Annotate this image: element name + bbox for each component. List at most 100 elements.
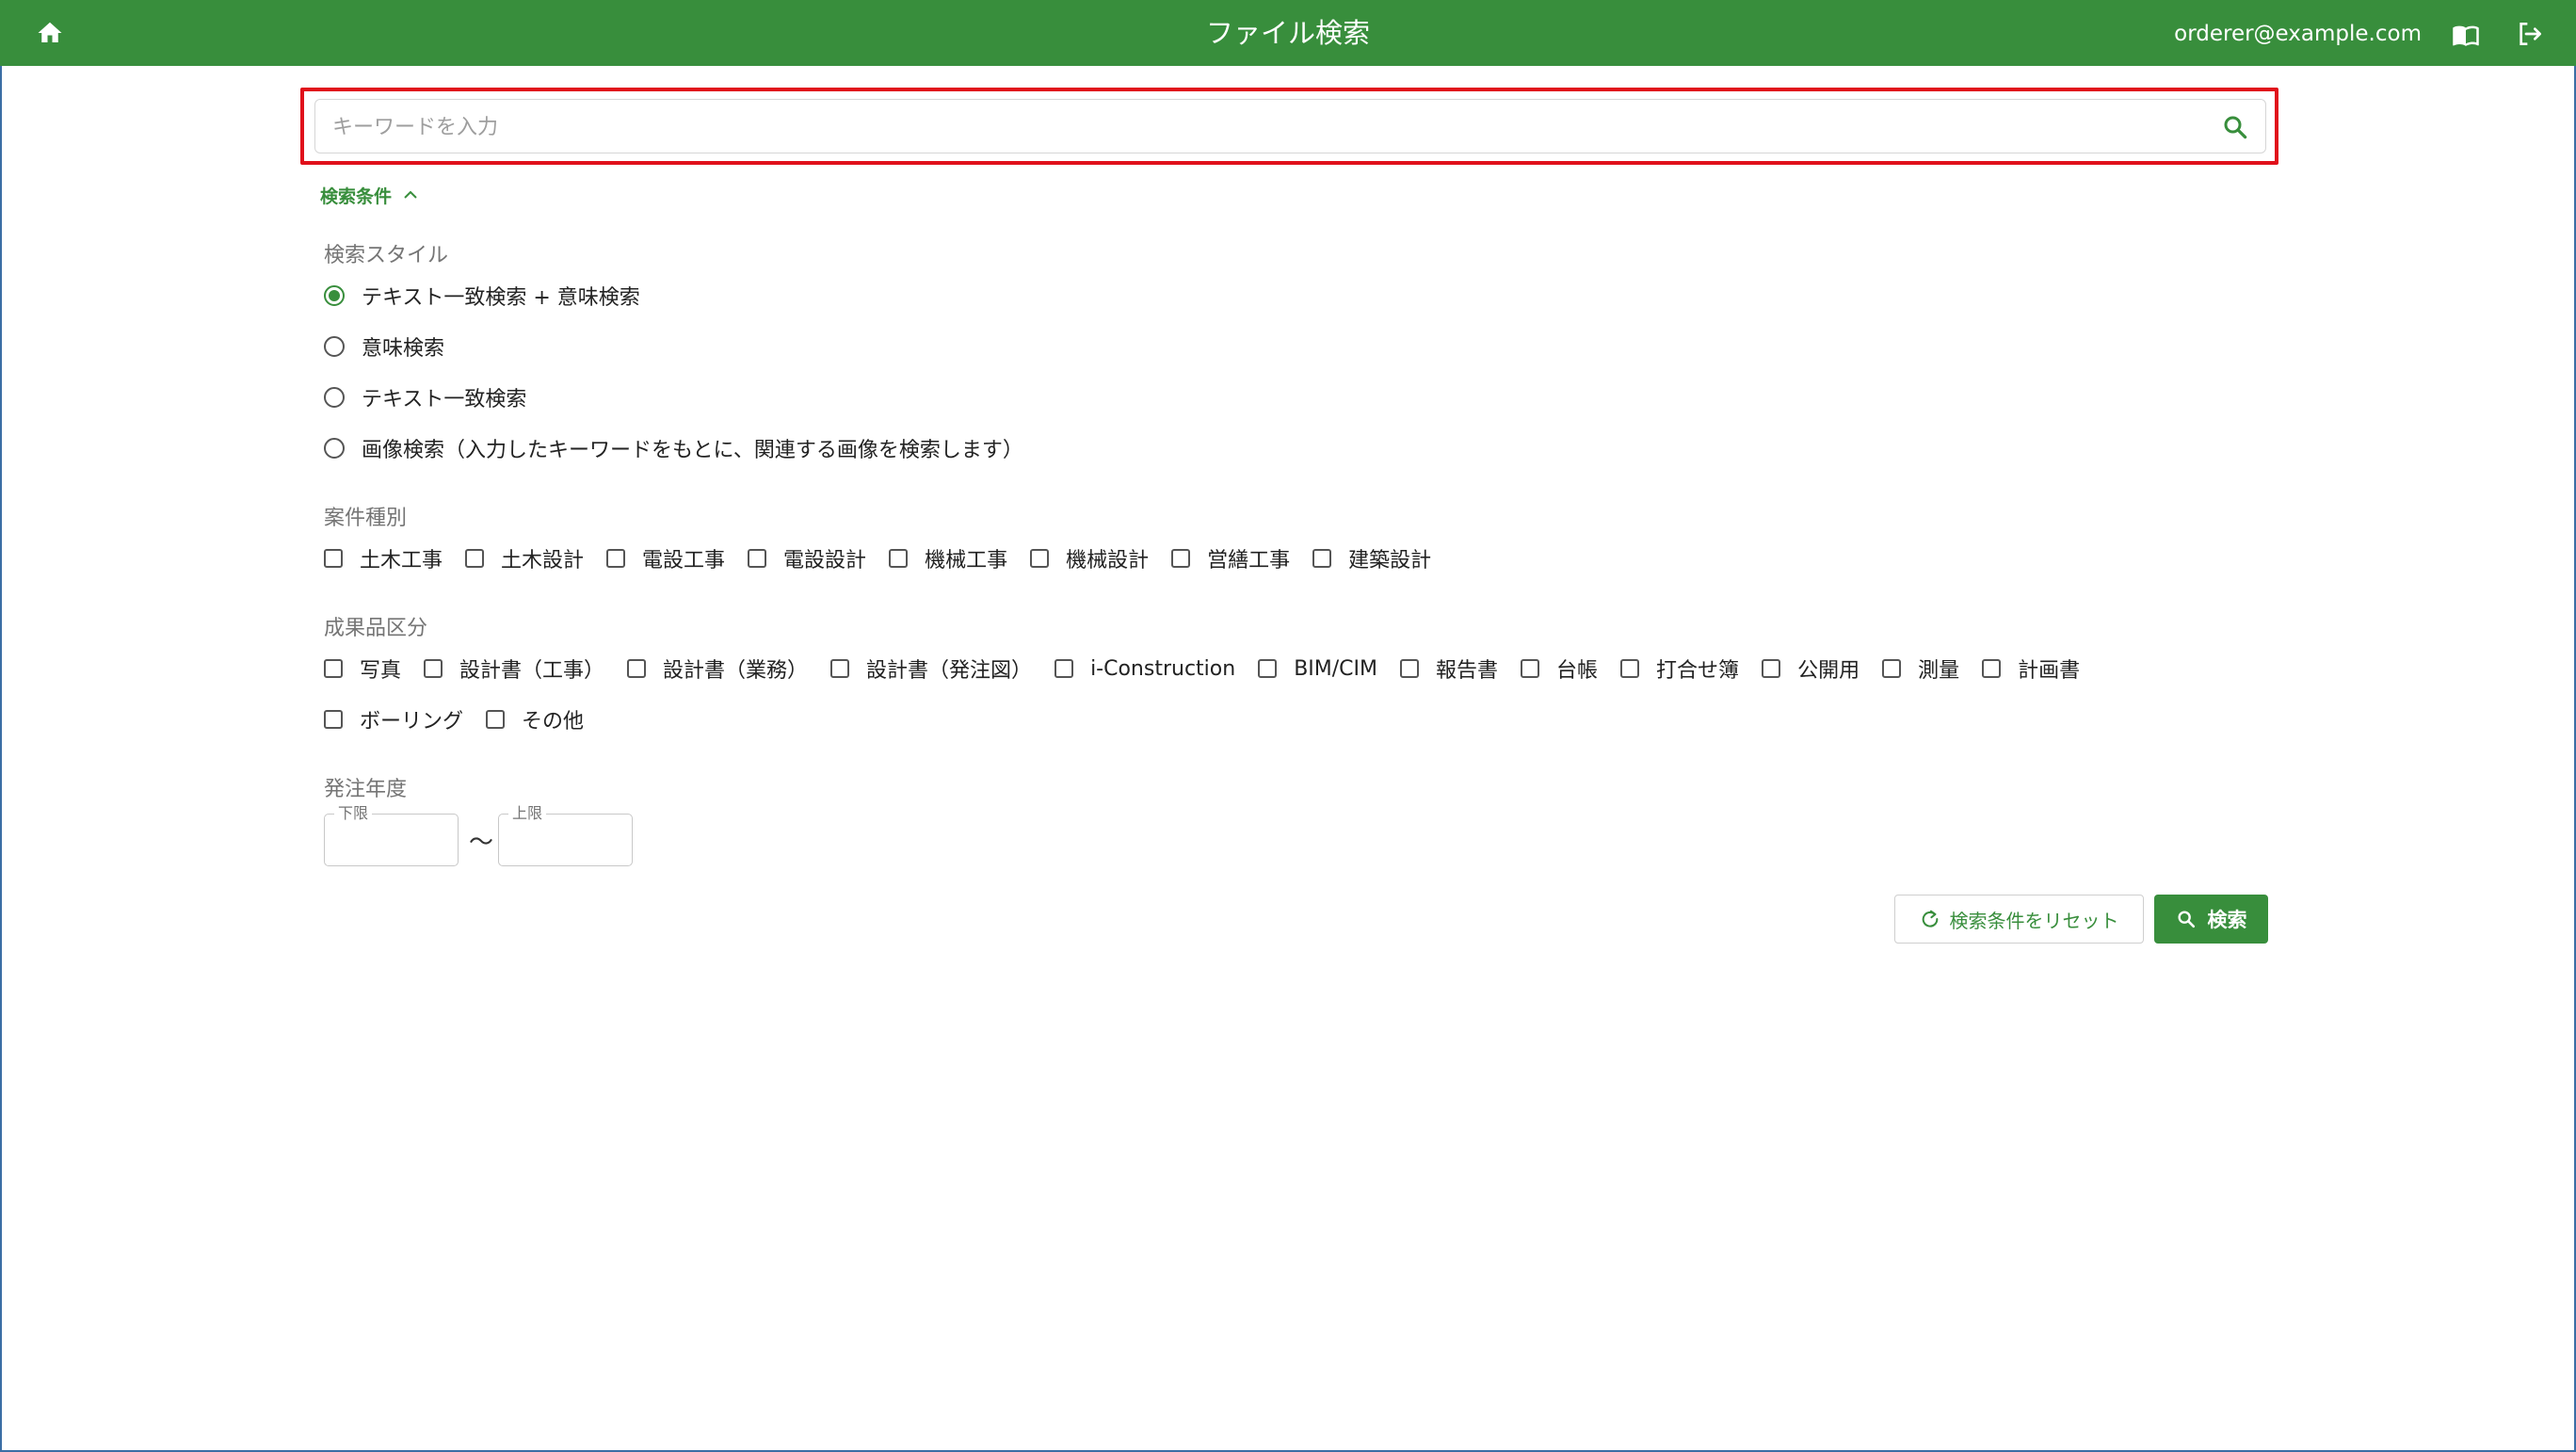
checkbox-item[interactable]: i-Construction (1055, 657, 1235, 681)
checkbox-label: 計画書 (2018, 659, 2081, 683)
checkbox[interactable] (324, 549, 343, 568)
manual-button[interactable] (2450, 21, 2482, 49)
checkbox-item[interactable]: 報告書 (1400, 653, 1498, 684)
year-upper-input[interactable] (508, 828, 621, 856)
user-email: orderer@example.com (2174, 22, 2422, 46)
checkbox-item[interactable]: その他 (486, 704, 584, 734)
checkbox-item[interactable]: 公開用 (1762, 653, 1860, 684)
checkbox[interactable] (1400, 659, 1420, 678)
checkbox-item[interactable]: 電設工事 (606, 543, 725, 573)
order-year-label: 発注年度 (324, 778, 408, 801)
search-style-label: 検索スタイル (324, 244, 449, 267)
year-range-separator: 〜 (469, 829, 494, 857)
checkbox-item[interactable]: 設計書（発注図） (830, 653, 1032, 684)
radio-text-match[interactable]: テキスト一致検索 (324, 382, 526, 412)
search-button-label: 検索 (2207, 909, 2247, 931)
checkbox-label: その他 (522, 710, 585, 734)
checkbox[interactable] (424, 659, 443, 678)
checkbox-item[interactable]: 機械工事 (889, 543, 1007, 573)
chevron-up-icon (404, 190, 417, 199)
radio-button-selected[interactable] (324, 285, 345, 306)
year-lower-input[interactable] (334, 828, 447, 856)
checkbox[interactable] (748, 549, 767, 568)
radio-image-search[interactable]: 画像検索（入力したキーワードをもとに、関連する画像を検索します） (324, 433, 1023, 463)
reset-conditions-button[interactable]: 検索条件をリセット (1894, 895, 2144, 944)
search-icon-button[interactable] (2221, 113, 2249, 141)
checkbox-label: 機械設計 (1066, 549, 1150, 573)
checkbox-label: 設計書（工事） (459, 659, 605, 683)
logout-button[interactable] (2514, 19, 2546, 49)
checkbox[interactable] (465, 549, 485, 568)
checkbox-item[interactable]: 土木工事 (324, 543, 443, 573)
radio-label: 意味検索 (362, 337, 445, 361)
checkbox-label: i-Construction (1090, 656, 1236, 681)
radio-button[interactable] (324, 438, 345, 459)
checkbox-item[interactable]: BIM/CIM (1258, 657, 1377, 681)
checkbox-label: 写真 (360, 659, 402, 683)
search-conditions-toggle[interactable]: 検索条件 (320, 182, 418, 208)
checkbox[interactable] (889, 549, 909, 568)
checkbox[interactable] (830, 659, 850, 678)
search-conditions-label: 検索条件 (320, 186, 393, 207)
checkbox[interactable] (627, 659, 647, 678)
checkbox-label: 電設工事 (642, 549, 726, 573)
radio-label: テキスト一致検索 + 意味検索 (362, 286, 640, 310)
checkbox-item[interactable]: 土木設計 (465, 543, 584, 573)
radio-label: テキスト一致検索 (362, 388, 527, 411)
search-input[interactable] (332, 109, 2178, 145)
year-upper-field: 上限 (498, 805, 633, 866)
search-button[interactable]: 検索 (2154, 895, 2268, 944)
checkbox[interactable] (1258, 659, 1278, 678)
checkbox-item[interactable]: 測量 (1882, 653, 1959, 684)
checkbox-item[interactable]: 機械設計 (1030, 543, 1149, 573)
checkbox[interactable] (1982, 659, 2002, 678)
checkbox-label: 機械工事 (925, 549, 1008, 573)
project-type-label: 案件種別 (324, 507, 408, 530)
checkbox-item[interactable]: 写真 (324, 653, 401, 684)
checkbox-label: BIM/CIM (1294, 656, 1378, 681)
checkbox-item[interactable]: 打合せ簿 (1620, 653, 1739, 684)
checkbox[interactable] (1882, 659, 1902, 678)
checkbox-item[interactable]: 計画書 (1982, 653, 2080, 684)
radio-button[interactable] (324, 387, 345, 408)
year-upper-legend: 上限 (508, 805, 547, 822)
checkbox-label: 土木工事 (360, 549, 443, 573)
home-icon (38, 22, 62, 42)
checkbox[interactable] (1171, 549, 1191, 568)
checkbox-item[interactable]: 建築設計 (1312, 543, 1431, 573)
search-box (314, 99, 2266, 153)
checkbox[interactable] (1521, 659, 1540, 678)
checkbox[interactable] (1055, 659, 1074, 678)
checkbox-label: 建築設計 (1348, 549, 1432, 573)
checkbox-label: 土木設計 (501, 549, 585, 573)
radio-text-and-semantic[interactable]: テキスト一致検索 + 意味検索 (324, 281, 640, 311)
book-open-icon (2453, 25, 2479, 46)
checkbox[interactable] (606, 549, 626, 568)
checkbox-item[interactable]: 設計書（業務） (627, 653, 808, 684)
radio-button[interactable] (324, 336, 345, 357)
checkbox-item[interactable]: 台帳 (1521, 653, 1598, 684)
checkbox[interactable] (324, 710, 343, 729)
radio-semantic[interactable]: 意味検索 (324, 331, 444, 362)
checkbox[interactable] (1620, 659, 1640, 678)
radio-label: 画像検索（入力したキーワードをもとに、関連する画像を検索します） (362, 439, 1023, 462)
search-icon (2224, 116, 2247, 139)
refresh-icon (1922, 910, 1938, 928)
app-header: ファイル検索 orderer@example.com (0, 0, 2576, 66)
checkbox-item[interactable]: 設計書（工事） (424, 653, 604, 684)
checkbox-label: ボーリング (360, 710, 464, 734)
checkbox[interactable] (324, 659, 343, 678)
year-lower-legend: 下限 (334, 805, 373, 822)
checkbox-item[interactable]: 営繕工事 (1171, 543, 1290, 573)
search-icon (2177, 911, 2195, 928)
checkbox-item[interactable]: 電設設計 (748, 543, 866, 573)
home-button[interactable] (34, 19, 66, 47)
checkbox-label: 設計書（業務） (663, 659, 809, 683)
checkbox-item[interactable]: ボーリング (324, 704, 463, 734)
deliverable-type-checkboxes-row1: 写真 設計書（工事） 設計書（業務） 設計書（発注図） i-Constructi… (324, 653, 2102, 684)
checkbox[interactable] (486, 710, 506, 729)
checkbox[interactable] (1312, 549, 1332, 568)
checkbox-label: 公開用 (1797, 659, 1860, 683)
checkbox[interactable] (1030, 549, 1050, 568)
checkbox[interactable] (1762, 659, 1781, 678)
